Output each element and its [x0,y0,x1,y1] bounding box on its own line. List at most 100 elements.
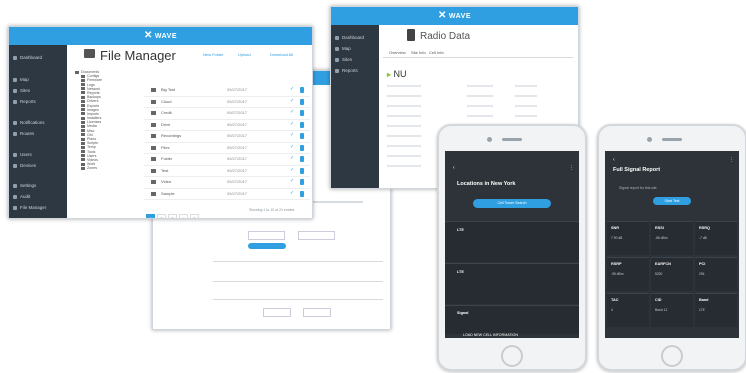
sidebar-item-users[interactable]: Users [13,152,32,157]
page-2[interactable]: 2 [157,214,166,218]
data-line [387,105,421,107]
data-line [387,115,421,117]
update-button[interactable] [248,243,286,249]
speaker [502,138,522,141]
menu-icon[interactable]: ⋮ [729,157,734,163]
metric-label: RSSI [655,226,664,230]
check-icon[interactable]: ✓ [290,132,294,138]
check-icon[interactable]: ✓ [290,144,294,150]
table-row[interactable]: Cloud 09/27/2017 ✓ [144,97,310,108]
sidebar-item-routes[interactable]: Routes [13,131,34,136]
folder-icon [151,134,156,138]
page-4[interactable]: 4 [179,214,188,218]
check-icon[interactable]: ✓ [290,190,294,196]
trash-icon[interactable] [300,167,304,174]
table-row[interactable]: Folder 09/27/2017 ✓ [144,154,310,166]
sidebar-item-audit[interactable]: Audit [13,194,30,199]
nav-icon [13,55,17,60]
check-icon[interactable]: ✓ [290,86,294,92]
check-icon[interactable]: ✓ [290,167,294,173]
folder-icon [81,141,85,145]
trash-icon[interactable] [300,98,304,105]
table-row[interactable]: Credit 09/27/2017 ✓ [144,108,310,120]
select-field[interactable] [303,308,331,317]
file-name[interactable]: Test [161,168,168,173]
metric-label: Band [699,298,709,302]
page-title: File Manager [100,48,176,63]
table-row[interactable]: Files 09/27/2017 ✓ [144,143,310,154]
file-name[interactable]: Credit [161,110,172,115]
check-icon[interactable]: ✓ [290,178,294,184]
file-name[interactable]: Drive [161,122,170,127]
file-name[interactable]: Cloud [161,99,171,104]
load-link[interactable]: LOAD NEW CELL INFORMATION [463,333,518,337]
back-icon[interactable]: ‹ [613,157,615,163]
table-row[interactable]: Sample 09/27/2017 ✓ [144,189,310,200]
tree-item[interactable]: Zones [71,166,139,170]
page-1[interactable]: 1 [146,214,155,218]
phone-screen: ‹ ⋮ Full Signal Report Signal report for… [605,151,739,338]
trash-icon[interactable] [300,144,304,151]
table-row[interactable]: Drive 09/27/2017 ✓ [144,120,310,131]
search-button[interactable]: Cell Tower Search [473,199,551,208]
back-icon[interactable]: ‹ [453,165,455,171]
folder-icon [81,99,85,103]
trash-icon[interactable] [300,87,304,93]
file-name[interactable]: Sample [161,191,175,196]
sidebar-item-sites[interactable]: Sites [335,57,352,62]
file-name[interactable]: Folder [161,156,172,161]
page-5[interactable]: 5 [190,214,199,218]
sidebar-item-settings[interactable]: Settings [13,183,36,188]
table-row[interactable]: Big Test 09/27/2017 ✓ [144,85,310,97]
sidebar-item-map[interactable]: Map [335,46,351,51]
sidebar-item-dashboard[interactable]: Dashboard [335,35,364,40]
check-icon[interactable]: ✓ [290,109,294,115]
table-row[interactable]: Video 09/27/2017 ✓ [144,177,310,189]
page-3[interactable]: 3 [168,214,177,218]
file-name[interactable]: Big Test [161,87,175,92]
sidebar-item-reports[interactable]: Reports [335,68,358,73]
tab-cell-info[interactable]: Cell Info [429,50,444,55]
trash-icon[interactable] [300,190,304,197]
sidebar-item-file-manager[interactable]: File Manager [13,205,46,210]
sidebar-item-map[interactable]: Map [13,77,29,82]
tab-overview[interactable]: Overview [389,50,406,55]
table-row[interactable]: Recordings 09/27/2017 ✓ [144,131,310,143]
new-folder-button[interactable]: New Folder [203,52,223,57]
trash-icon[interactable] [300,110,304,116]
nav-icon [13,88,17,93]
check-icon[interactable]: ✓ [290,155,294,161]
select-field[interactable] [263,308,291,317]
check-icon[interactable]: ✓ [290,121,294,127]
metric-value: LTE [699,308,705,312]
table-row[interactable]: Test 09/27/2017 ✓ [144,166,310,177]
metric-label: SNR [611,226,620,230]
file-name[interactable]: Files [161,145,169,150]
text-field[interactable] [248,231,285,240]
check-icon[interactable]: ✓ [290,98,294,104]
tab-site-info[interactable]: Site Info [411,50,426,55]
file-name[interactable]: Video [161,179,171,184]
sidebar-item-dashboard[interactable]: Dashboard [13,55,42,60]
download-all-button[interactable]: Download All [270,52,293,57]
phone-screen: ‹ ⋮ Locations in New York Cell Tower Sea… [445,151,579,338]
metric-value: 294 [699,272,705,276]
trash-icon[interactable] [300,179,304,185]
sidebar-item-sites[interactable]: Sites [13,88,30,93]
upload-button[interactable]: Upload [238,52,251,57]
home-button[interactable] [501,345,523,367]
home-button[interactable] [661,345,683,367]
sidebar-item-label: Routes [20,131,35,136]
sidebar-item-devices[interactable]: Devices [13,163,36,168]
nav-icon [13,183,17,188]
sidebar-item-reports[interactable]: Reports [13,99,36,104]
file-name[interactable]: Recordings [161,133,181,138]
start-test-button[interactable]: Start Test [653,197,691,205]
menu-icon[interactable]: ⋮ [569,165,574,171]
trash-icon[interactable] [300,156,304,162]
text-field[interactable] [298,231,335,240]
trash-icon[interactable] [300,121,304,128]
trash-icon[interactable] [300,133,304,139]
sidebar-item-notifications[interactable]: Notifications [13,120,45,125]
folder-icon [151,180,156,184]
